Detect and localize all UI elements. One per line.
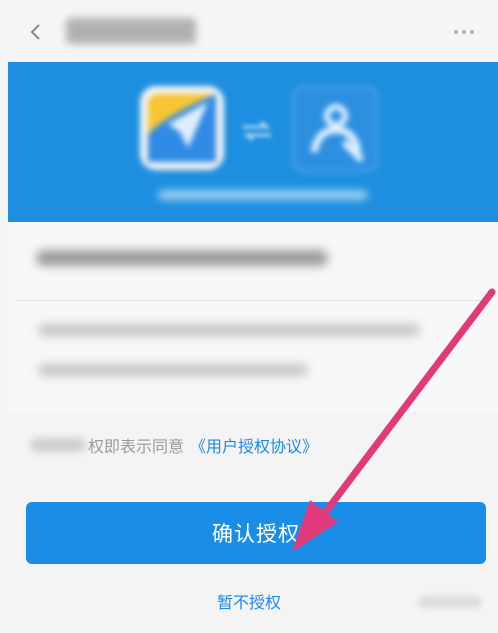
auth-request-text (36, 250, 328, 266)
footer-watermark (418, 596, 482, 608)
authorization-page: 权即表示同意 《用户授权协议》 确认授权 暂不授权 (0, 0, 498, 633)
user-agreement-link[interactable]: 《用户授权协议》 (190, 433, 318, 457)
more-icon[interactable] (452, 28, 476, 36)
banner-caption (158, 190, 368, 200)
confirm-authorization-button[interactable]: 确认授权 (26, 502, 486, 564)
app-logo-icon (140, 86, 224, 170)
chevron-left-icon[interactable] (28, 24, 44, 40)
authorization-banner (8, 62, 498, 222)
divider (16, 300, 492, 301)
agreement-text: 权即表示同意 (88, 437, 185, 456)
permission-item (38, 364, 308, 376)
agreement-blurred-prefix (30, 438, 86, 452)
top-bar (0, 0, 498, 62)
page-title (66, 18, 196, 44)
agreement-line: 权即表示同意 《用户授权协议》 (30, 432, 318, 458)
permission-item (38, 324, 420, 336)
partner-logo-icon (292, 86, 378, 172)
link-arrows-icon (242, 120, 272, 142)
authorization-details (8, 222, 498, 412)
